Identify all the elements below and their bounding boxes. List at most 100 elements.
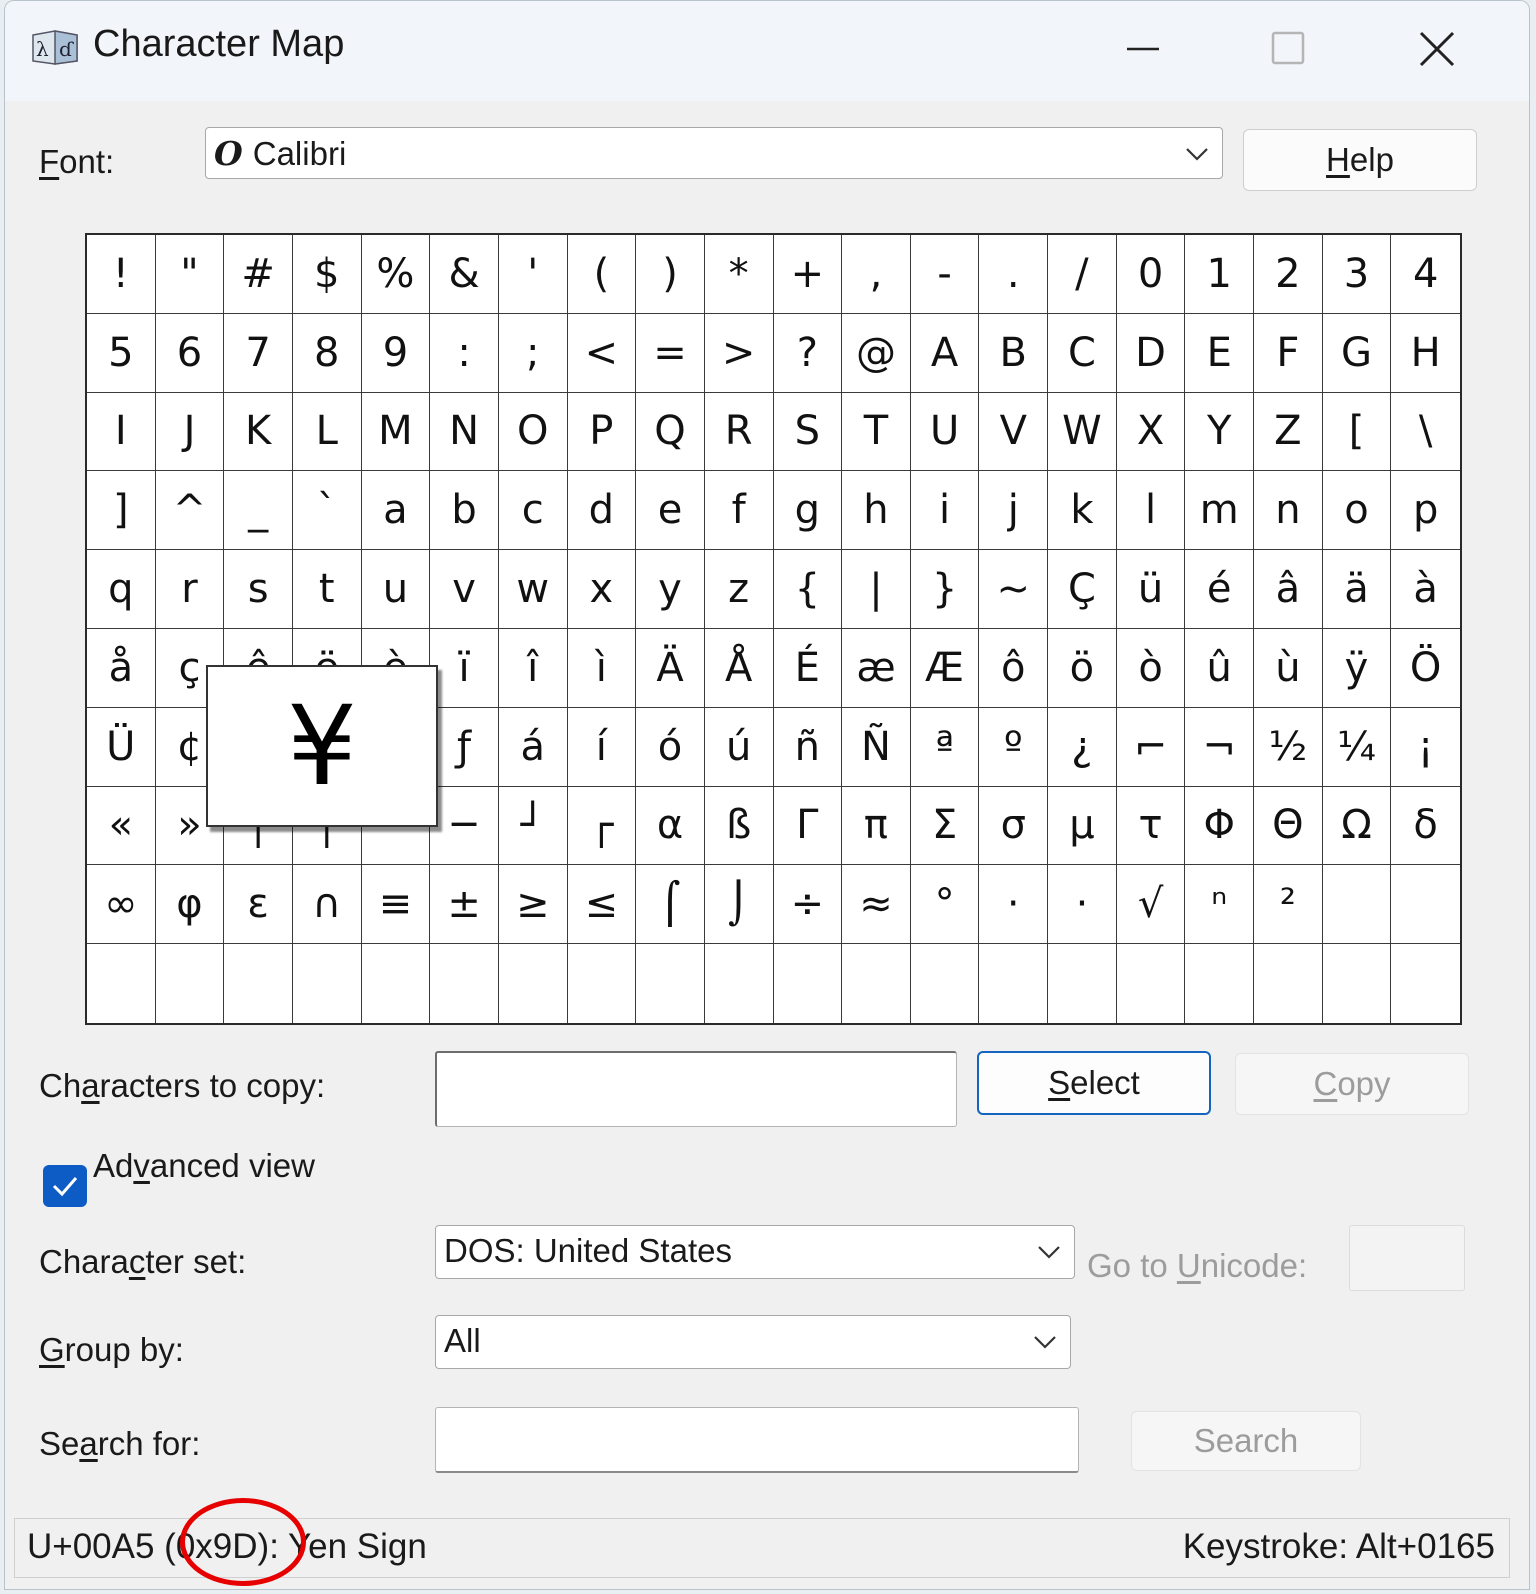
character-cell[interactable]: H (1391, 314, 1460, 393)
character-cell[interactable]: 7 (224, 313, 293, 393)
character-cell[interactable]: α (636, 786, 705, 866)
character-cell[interactable]: τ (1116, 786, 1186, 866)
character-cell[interactable]: $ (292, 235, 362, 314)
character-cell[interactable]: O (498, 392, 568, 472)
character-cell[interactable]: Ω (1322, 786, 1392, 866)
character-cell[interactable]: ÷ (773, 865, 843, 945)
character-cell[interactable]: } (910, 550, 980, 629)
character-cell[interactable]: n (1254, 471, 1323, 551)
character-cell[interactable]: : (430, 313, 499, 393)
character-cell[interactable] (705, 944, 774, 1023)
character-cell[interactable]: ¿ (1048, 707, 1117, 787)
character-cell[interactable]: | (842, 550, 911, 629)
character-cell[interactable]: à (1391, 550, 1460, 629)
character-cell[interactable]: _ (224, 471, 293, 551)
character-cell[interactable]: Æ (910, 629, 980, 708)
character-cell[interactable]: j (979, 471, 1049, 551)
character-cell[interactable]: / (1048, 235, 1117, 314)
character-cell[interactable]: u (361, 550, 431, 629)
character-cell[interactable]: 3 (1322, 235, 1392, 314)
character-cell[interactable]: 1 (1185, 235, 1255, 314)
go-to-unicode-input[interactable] (1349, 1225, 1465, 1291)
character-cell[interactable]: i (910, 471, 980, 551)
character-cell[interactable]: % (361, 235, 431, 314)
character-cell[interactable] (293, 944, 362, 1023)
character-cell[interactable]: Σ (910, 786, 980, 866)
character-cell[interactable]: + (773, 235, 843, 314)
character-cell[interactable]: Ç (1048, 550, 1117, 629)
group-by-dropdown[interactable]: All (435, 1315, 1071, 1369)
character-cell[interactable]: ~ (979, 550, 1049, 629)
character-cell[interactable]: σ (979, 786, 1049, 866)
character-cell[interactable]: Ä (636, 629, 705, 708)
title-bar[interactable]: λ ɗ Character Map (5, 1, 1529, 101)
maximize-button[interactable] (1245, 19, 1345, 79)
character-cell[interactable]: C (1048, 313, 1117, 393)
character-cell[interactable]: N (430, 392, 499, 472)
character-cell[interactable]: ( (567, 235, 637, 314)
character-cell[interactable]: µ (1048, 786, 1117, 866)
character-cell[interactable]: P (567, 392, 637, 472)
character-cell[interactable]: S (773, 392, 843, 472)
character-cell[interactable]: Å (704, 629, 774, 708)
character-cell[interactable]: ε (224, 865, 293, 945)
character-cell[interactable] (979, 944, 1049, 1023)
character-cell[interactable]: o (1322, 471, 1392, 551)
character-cell[interactable]: ≈ (842, 865, 911, 945)
characters-to-copy-input[interactable] (435, 1051, 957, 1127)
character-cell[interactable] (1048, 944, 1117, 1023)
character-cell[interactable]: f (704, 471, 774, 551)
character-cell[interactable]: é (1185, 550, 1255, 629)
character-cell[interactable]: A (910, 313, 980, 393)
character-cell[interactable]: x (567, 550, 637, 629)
character-cell[interactable]: ┌ (567, 786, 637, 866)
character-cell[interactable]: ± (430, 865, 499, 945)
character-cell[interactable]: ` (292, 471, 362, 551)
character-cell[interactable]: ¼ (1322, 707, 1392, 787)
character-cell[interactable] (1391, 865, 1460, 945)
character-cell[interactable]: δ (1391, 787, 1460, 866)
character-cell[interactable]: z (704, 550, 774, 629)
character-cell[interactable]: á (498, 707, 568, 787)
character-cell[interactable]: ô (979, 629, 1049, 708)
character-cell[interactable]: φ (155, 865, 225, 945)
character-cell[interactable]: 5 (87, 313, 156, 393)
character-cell[interactable]: ⁿ (1185, 865, 1255, 945)
character-cell[interactable]: h (842, 471, 911, 551)
character-cell[interactable]: K (224, 392, 293, 472)
character-cell[interactable]: q (87, 550, 156, 629)
copy-button[interactable]: Copy (1235, 1053, 1469, 1115)
character-cell[interactable]: ó (636, 707, 705, 787)
character-cell[interactable]: , (842, 235, 911, 314)
close-button[interactable] (1395, 19, 1495, 79)
character-cell[interactable]: Z (1254, 392, 1323, 472)
character-cell[interactable]: ¬ (1185, 707, 1255, 787)
character-cell[interactable]: ö (1048, 629, 1117, 708)
character-cell[interactable]: X (1116, 392, 1186, 472)
character-cell[interactable]: ² (1254, 865, 1323, 945)
character-cell[interactable]: í (567, 707, 637, 787)
character-cell[interactable] (842, 944, 911, 1023)
character-cell[interactable] (87, 944, 156, 1023)
character-cell[interactable]: k (1048, 471, 1117, 551)
character-cell[interactable]: F (1254, 313, 1323, 393)
character-cell[interactable]: 2 (1254, 235, 1323, 314)
character-cell[interactable]: R (704, 392, 774, 472)
character-cell[interactable]: ¡ (1391, 708, 1460, 787)
character-cell[interactable]: 0 (1116, 235, 1186, 314)
help-button[interactable]: Help (1243, 129, 1477, 191)
character-cell[interactable]: ─ (430, 786, 499, 866)
character-cell[interactable]: @ (842, 313, 911, 393)
character-cell[interactable]: V (979, 392, 1049, 472)
character-cell[interactable]: â (1254, 550, 1323, 629)
character-cell[interactable]: . (979, 235, 1049, 314)
character-cell[interactable]: ü (1116, 550, 1186, 629)
character-cell[interactable]: √ (1116, 865, 1186, 945)
character-cell[interactable]: y (636, 550, 705, 629)
character-cell[interactable]: 6 (155, 313, 225, 393)
character-cell[interactable]: ≡ (361, 865, 431, 945)
character-cell[interactable]: Γ (773, 786, 843, 866)
character-cell[interactable]: U (910, 392, 980, 472)
character-cell[interactable]: * (704, 235, 774, 314)
character-cell[interactable]: ä (1322, 550, 1392, 629)
